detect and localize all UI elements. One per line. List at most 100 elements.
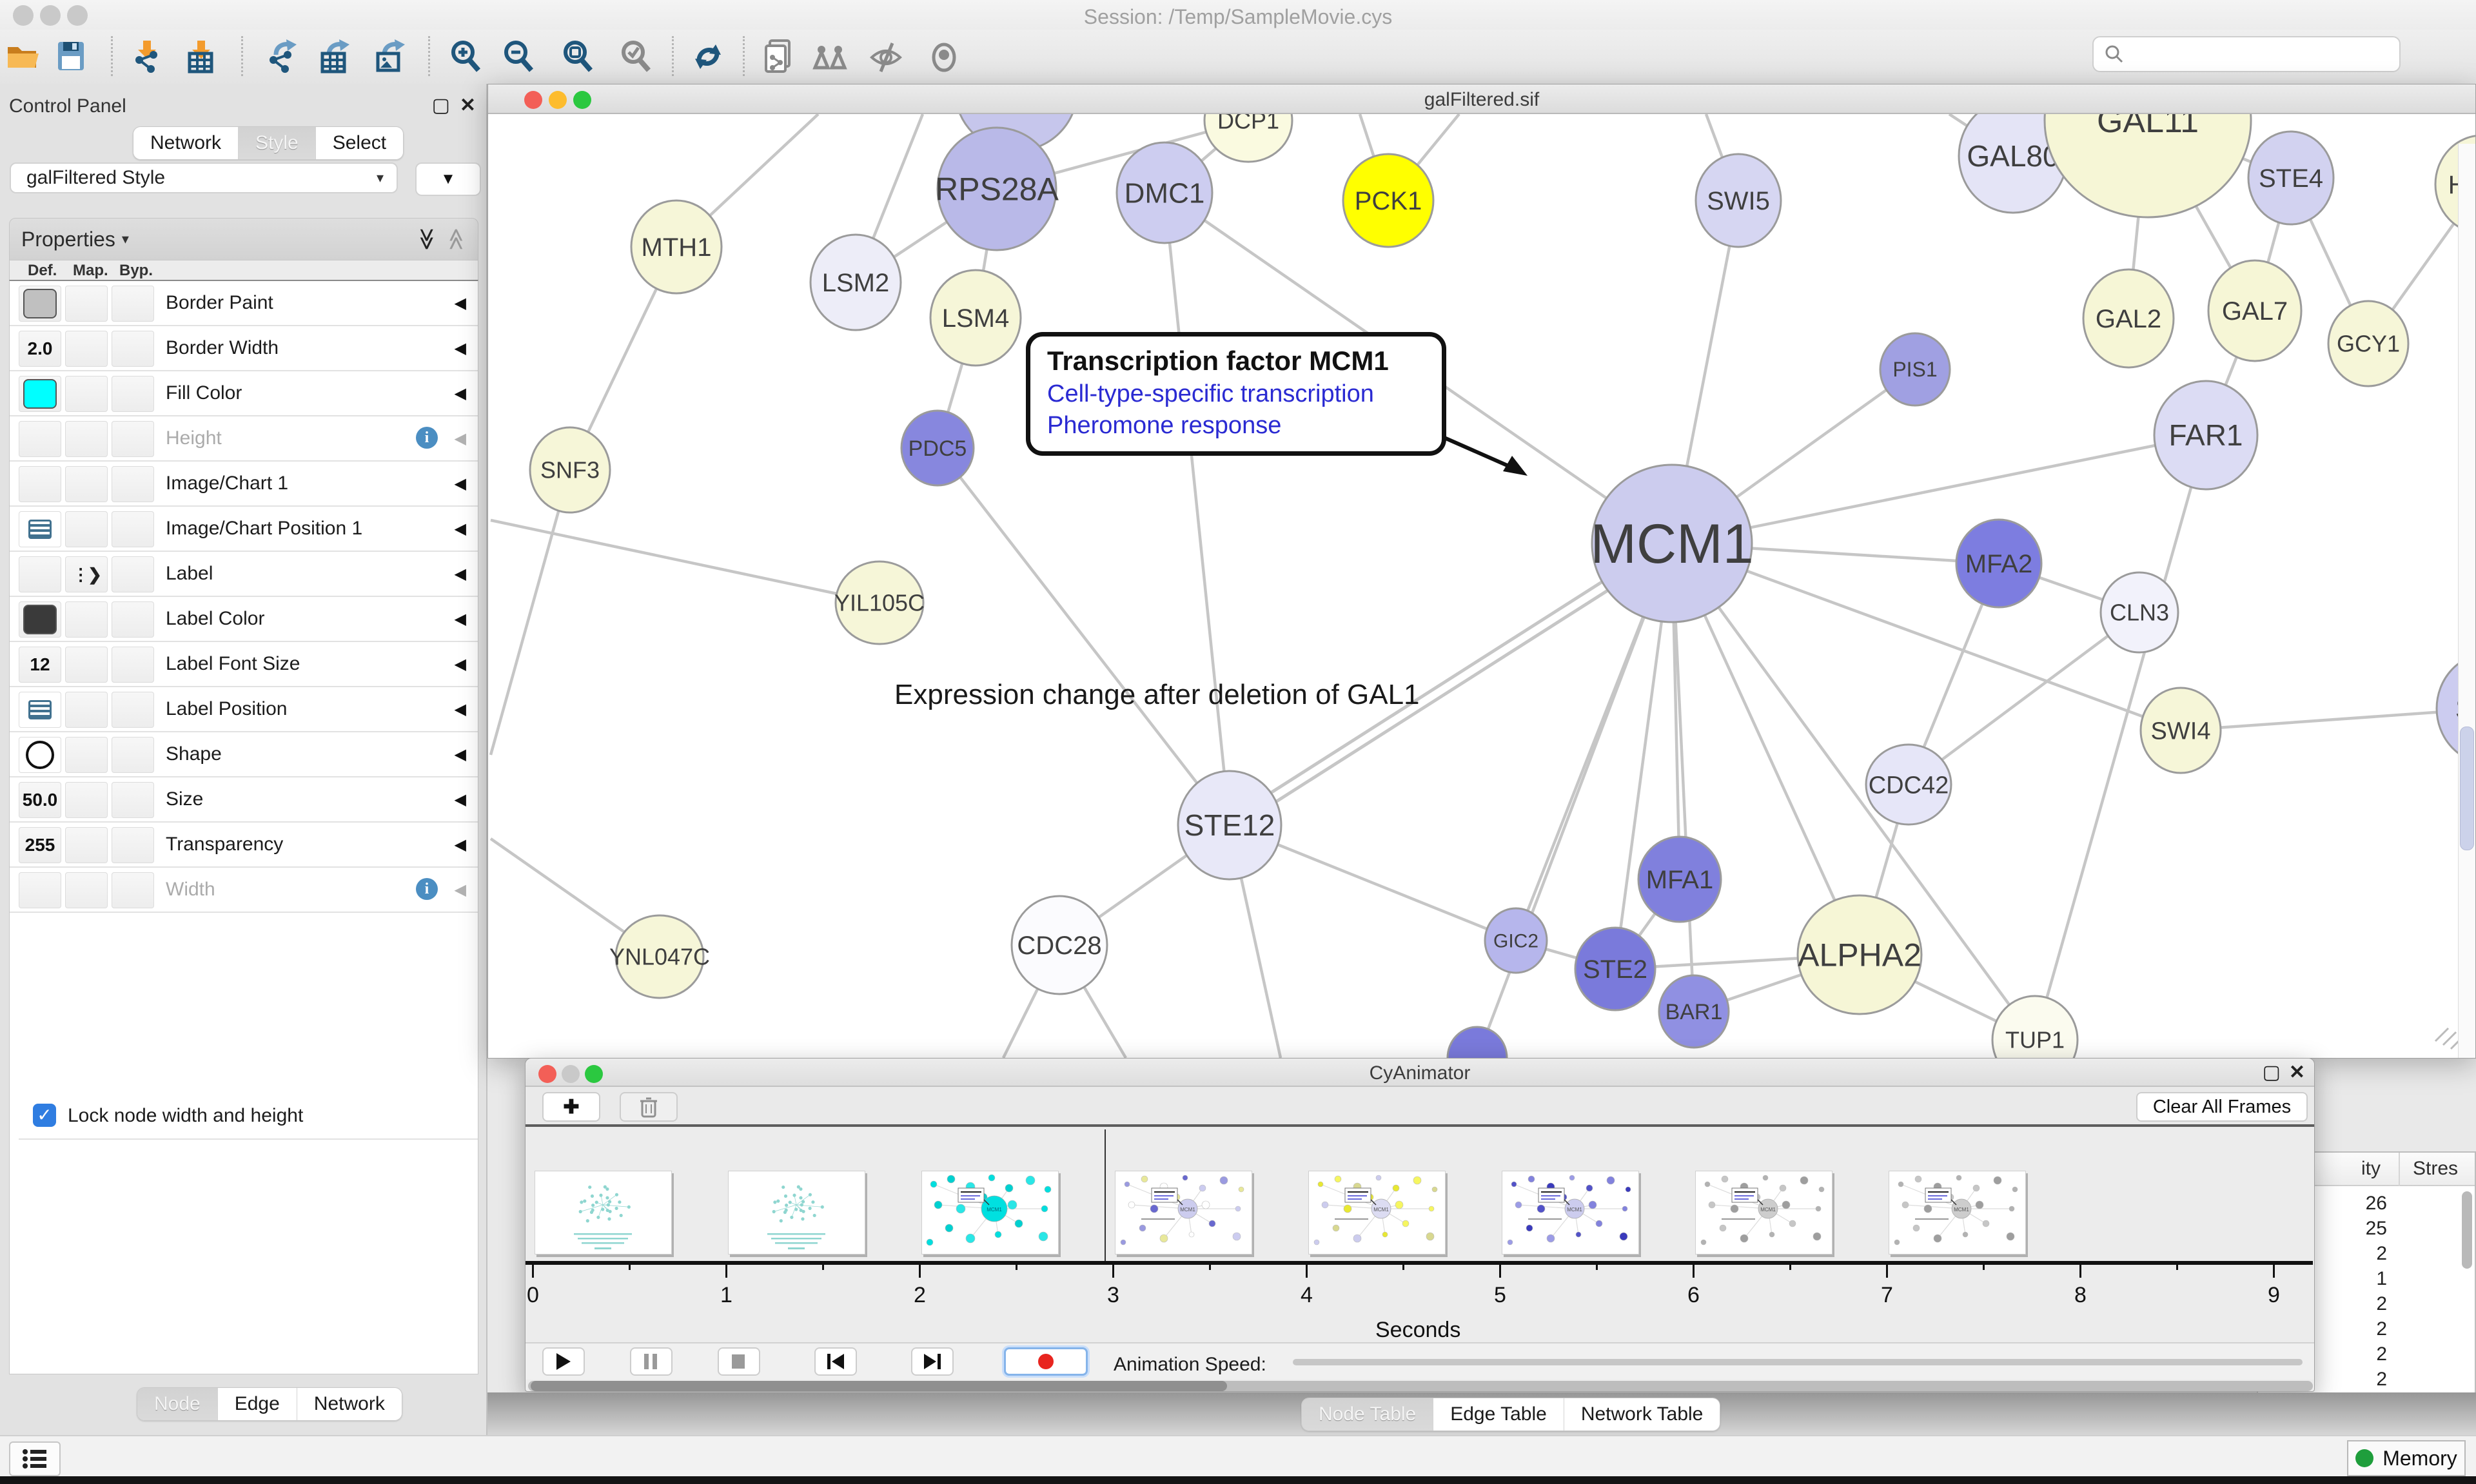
node-cln3[interactable]: CLN3 — [2101, 572, 2178, 652]
float-panel-icon[interactable]: ▢ — [2263, 1061, 2281, 1084]
frame-thumbnail-4[interactable]: MCM1 — [1308, 1171, 1446, 1255]
default-value-cell[interactable] — [19, 692, 61, 728]
mapping-cell[interactable] — [65, 647, 108, 683]
property-row-label-color[interactable]: Label Color◀ — [10, 597, 478, 642]
node-mfa1[interactable]: MFA1 — [1638, 837, 1721, 922]
node-unlabeled[interactable] — [1448, 1027, 1507, 1058]
node-gic2[interactable]: GIC2 — [1485, 908, 1547, 973]
property-row-fill-color[interactable]: Fill Color◀ — [10, 371, 478, 416]
default-value-cell[interactable]: 2.0 — [19, 331, 61, 367]
network-graph[interactable]: RPS28BDCP1RPS28ADMC1PCK1MTH1LSM2LSM4SNF3… — [488, 114, 2475, 1058]
cyanimator-hscrollbar-thumb[interactable] — [531, 1381, 1227, 1391]
node-mfa2[interactable]: MFA2 — [1956, 520, 2041, 607]
canvas-vscrollbar-thumb[interactable] — [2460, 727, 2474, 850]
frame-thumbnail-1[interactable] — [728, 1171, 865, 1255]
node-swi4[interactable]: SWI4 — [2141, 688, 2221, 773]
property-row-size[interactable]: 50.0Size◀ — [10, 777, 478, 823]
zoom-selected-icon[interactable] — [614, 35, 657, 77]
float-panel-icon[interactable]: ▢ — [432, 94, 450, 117]
bypass-cell[interactable] — [112, 466, 154, 502]
expand-row-icon[interactable]: ◀ — [455, 745, 466, 764]
record-button[interactable] — [1004, 1347, 1088, 1376]
search-field[interactable] — [2092, 36, 2401, 72]
timeline-playhead[interactable] — [1105, 1129, 1106, 1264]
expand-all-icon[interactable]: ≫ — [414, 228, 440, 251]
canvas-vscrollbar[interactable] — [2458, 144, 2475, 1058]
clone-network-icon[interactable] — [758, 35, 800, 77]
node-yil105c[interactable]: YIL105C — [834, 561, 925, 644]
save-session-icon[interactable] — [50, 35, 92, 77]
bypass-cell[interactable] — [112, 647, 154, 683]
cyanimator-timeline[interactable]: MCM1MCM1MCM1MCM1MCM1MCM1 0123456789 Seco… — [526, 1129, 2314, 1342]
default-value-cell[interactable] — [19, 376, 61, 412]
node-lsm2[interactable]: LSM2 — [811, 235, 901, 330]
frame-thumbnail-2[interactable]: MCM1 — [921, 1171, 1059, 1255]
node-ste2[interactable]: STE2 — [1575, 928, 1655, 1010]
default-value-cell[interactable] — [19, 511, 61, 547]
mapping-cell[interactable] — [65, 872, 108, 908]
node-ste4[interactable]: STE4 — [2248, 132, 2334, 224]
lock-checkbox[interactable]: ✓ — [33, 1104, 56, 1127]
export-image-icon[interactable] — [368, 35, 411, 77]
refresh-view-icon[interactable] — [687, 35, 729, 77]
node-ste12[interactable]: STE12 — [1178, 771, 1281, 879]
memory-button[interactable]: Memory — [2347, 1440, 2466, 1476]
expand-row-icon[interactable]: ◀ — [455, 790, 466, 809]
network-window-titlebar[interactable]: galFiltered.sif — [488, 84, 2475, 114]
tab-select[interactable]: Select — [316, 127, 403, 159]
node-gcy1[interactable]: GCY1 — [2328, 301, 2408, 386]
frame-thumbnail-7[interactable]: MCM1 — [1889, 1171, 2026, 1255]
node-pck1[interactable]: PCK1 — [1343, 154, 1433, 247]
table-scrollbar-thumb[interactable] — [2462, 1191, 2472, 1269]
frame-thumbnail-6[interactable]: MCM1 — [1695, 1171, 1832, 1255]
node-dcp1[interactable]: DCP1 — [1204, 114, 1292, 162]
property-row-image-chart-position-1[interactable]: Image/Chart Position 1◀ — [10, 507, 478, 552]
annotation-link-2[interactable]: Pheromone response — [1047, 412, 1425, 440]
tab-node[interactable]: Node — [137, 1388, 218, 1420]
bypass-cell[interactable] — [112, 737, 154, 773]
node-pdc5[interactable]: PDC5 — [901, 411, 974, 485]
show-all-icon[interactable] — [923, 35, 965, 77]
clear-all-frames-button[interactable]: Clear All Frames — [2136, 1092, 2308, 1122]
zoom-out-icon[interactable] — [497, 35, 540, 77]
property-row-height[interactable]: Heighti◀ — [10, 416, 478, 462]
mapping-cell[interactable] — [65, 466, 108, 502]
expand-row-icon[interactable]: ◀ — [455, 429, 466, 448]
add-frame-button[interactable]: ✚ — [542, 1092, 600, 1122]
annotation-link-1[interactable]: Cell-type-specific transcription — [1047, 380, 1425, 408]
bypass-cell[interactable] — [112, 782, 154, 818]
previous-button[interactable] — [814, 1347, 857, 1376]
mapping-cell[interactable]: ⋮❯ — [65, 556, 108, 592]
property-row-border-paint[interactable]: Border Paint◀ — [10, 281, 478, 326]
open-session-icon[interactable] — [2, 35, 44, 77]
node-mth1[interactable]: MTH1 — [631, 200, 722, 293]
property-row-image-chart-1[interactable]: Image/Chart 1◀ — [10, 462, 478, 507]
node-ynl047c[interactable]: YNL047C — [609, 915, 710, 998]
close-panel-icon[interactable]: ✕ — [2289, 1061, 2305, 1084]
property-row-label-position[interactable]: Label Position◀ — [10, 687, 478, 732]
bypass-cell[interactable] — [112, 511, 154, 547]
mapping-cell[interactable] — [65, 601, 108, 638]
bypass-cell[interactable] — [112, 692, 154, 728]
column-ity[interactable]: ity — [2361, 1158, 2381, 1180]
close-panel-icon[interactable]: ✕ — [460, 94, 476, 117]
annotation-box[interactable]: Transcription factor MCM1 Cell-type-spec… — [1026, 332, 1446, 456]
network-canvas[interactable]: RPS28BDCP1RPS28ADMC1PCK1MTH1LSM2LSM4SNF3… — [488, 114, 2475, 1058]
node-pis1[interactable]: PIS1 — [1880, 333, 1950, 405]
expand-row-icon[interactable]: ◀ — [455, 520, 466, 538]
property-row-width[interactable]: Widthi◀ — [10, 868, 478, 913]
property-row-shape[interactable]: Shape◀ — [10, 732, 478, 777]
node-gal11[interactable]: GAL11 — [2045, 114, 2251, 217]
export-network-icon[interactable] — [260, 35, 302, 77]
hide-selected-icon[interactable] — [865, 35, 907, 77]
expand-row-icon[interactable]: ◀ — [455, 565, 466, 583]
node-lsm4[interactable]: LSM4 — [930, 270, 1021, 366]
expand-row-icon[interactable]: ◀ — [455, 700, 466, 719]
mapping-cell[interactable] — [65, 737, 108, 773]
cyanimator-titlebar[interactable]: CyAnimator ▢ ✕ — [526, 1059, 2314, 1087]
node-mcm1[interactable]: MCM1 — [1590, 465, 1753, 622]
node-rps28a[interactable]: RPS28A — [935, 128, 1059, 250]
bypass-cell[interactable] — [112, 556, 154, 592]
frame-thumbnail-0[interactable] — [535, 1171, 672, 1255]
default-value-cell[interactable]: 255 — [19, 827, 61, 863]
